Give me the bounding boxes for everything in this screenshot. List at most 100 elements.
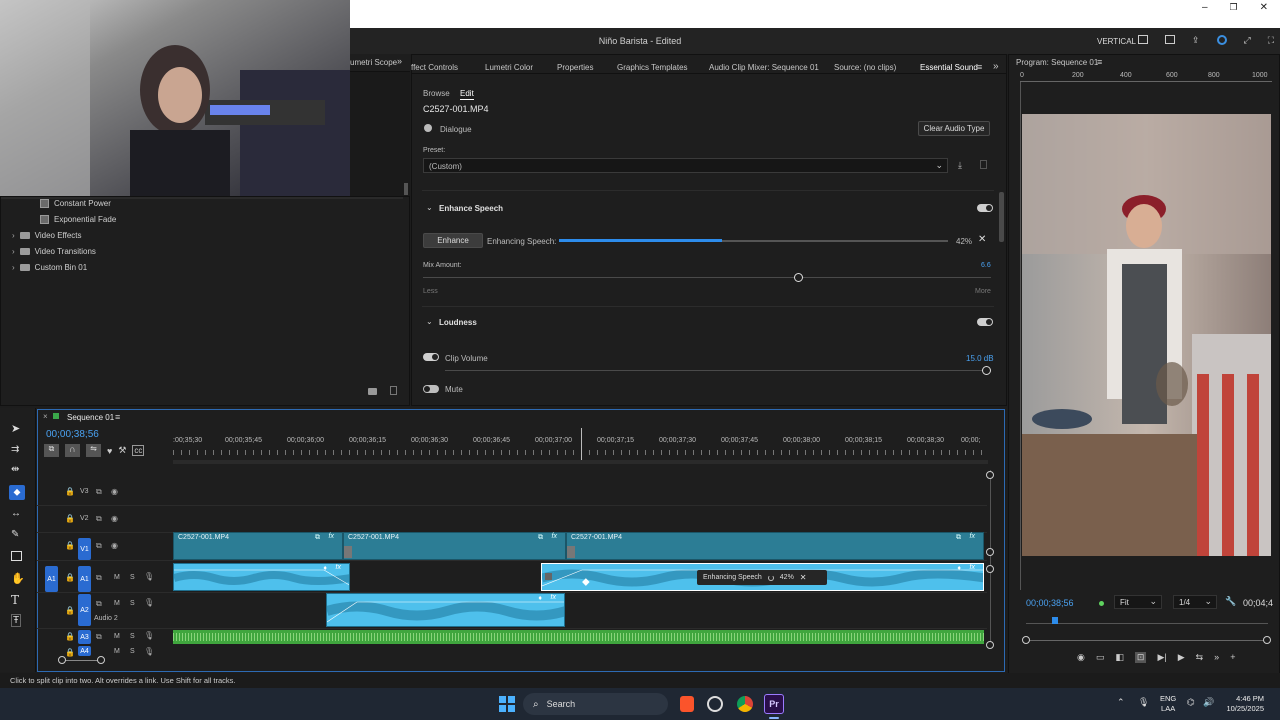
folder-video-transitions[interactable]: › Video Transitions	[12, 244, 96, 258]
brave-icon[interactable]	[680, 696, 694, 712]
preset-dropdown[interactable]: (Custom) ⌄	[423, 158, 948, 173]
zoom-handle-right[interactable]	[1263, 636, 1271, 644]
mix-amount-knob[interactable]	[794, 273, 803, 282]
source-patch-a1[interactable]: A1	[45, 566, 58, 592]
sync-lock-icon[interactable]: ⧉	[96, 514, 102, 524]
minimize-icon[interactable]: –	[1202, 2, 1208, 14]
camera-icon[interactable]: ◉	[1077, 652, 1085, 663]
taskbar-search[interactable]: ⌕ Search	[523, 693, 668, 715]
clock[interactable]: 4:46 PM 10/25/2025	[1224, 694, 1264, 714]
sync-lock-icon[interactable]: ⧉	[96, 599, 102, 609]
scroll-handle[interactable]	[986, 565, 994, 573]
windows-start-icon[interactable]	[499, 696, 515, 712]
chevron-down-icon[interactable]: ⌄	[426, 203, 433, 212]
horizontal-scrollbar[interactable]	[62, 660, 102, 661]
safe-margins-icon[interactable]: ▭	[1096, 652, 1105, 663]
lock-icon[interactable]: 🔒	[65, 648, 75, 657]
tab-properties[interactable]: Properties	[557, 63, 593, 72]
sync-lock-icon[interactable]: ⧉	[96, 573, 102, 583]
video-clip[interactable]: C2527-001.MP4 ⧉ fx	[173, 532, 343, 560]
step-forward-icon[interactable]: ▶|	[1157, 652, 1166, 663]
enhance-button[interactable]: Enhance	[423, 233, 483, 248]
sync-lock-icon[interactable]: ⧉	[96, 487, 102, 497]
lock-icon[interactable]: 🔒	[65, 606, 75, 615]
microphone-icon[interactable]: 🎙	[144, 647, 154, 656]
tab-lumetri-scopes[interactable]: umetri Scope	[350, 58, 397, 67]
folder-video-effects[interactable]: › Video Effects	[12, 228, 82, 242]
program-timecode[interactable]: 00;00;38;56	[1026, 598, 1074, 608]
lock-icon[interactable]: 🔒	[65, 541, 75, 550]
compare-icon[interactable]: ◧	[1115, 652, 1124, 663]
timeline-timecode[interactable]: 00;00;38;56	[46, 429, 99, 440]
clip-volume-slider[interactable]	[445, 370, 985, 371]
vertical-scrollbar[interactable]	[990, 470, 991, 648]
zoom-dropdown[interactable]: Fit ⌄	[1114, 595, 1162, 609]
timeline-playhead[interactable]	[581, 428, 582, 462]
track-target-v1[interactable]: V1	[78, 538, 91, 560]
nest-icon[interactable]: ⧉	[44, 444, 59, 457]
mute-button-a3[interactable]: M	[114, 633, 120, 640]
clear-audio-type-button[interactable]: Clear Audio Type	[918, 121, 990, 136]
mute-button-a1[interactable]: M	[114, 574, 120, 581]
language-indicator[interactable]: ENG LAA	[1160, 694, 1176, 714]
play-icon[interactable]: ▶	[1178, 652, 1185, 663]
microphone-icon[interactable]: 🎙	[144, 572, 154, 581]
slip-tool-icon[interactable]: ↔	[11, 508, 21, 519]
loudness-toggle[interactable]	[977, 318, 993, 326]
microphone-icon[interactable]: 🎙	[144, 598, 154, 607]
volume-icon[interactable]: 🔊	[1203, 697, 1214, 708]
mix-amount-slider[interactable]	[423, 277, 991, 278]
cancel-enhance-icon[interactable]: ✕	[800, 573, 807, 582]
solo-button-a1[interactable]: S	[130, 574, 135, 581]
clip-volume-knob[interactable]	[982, 366, 991, 375]
video-clip[interactable]: C2527-001.MP4 ⧉ fx	[566, 532, 984, 560]
share-icon[interactable]: ⇪	[1192, 35, 1200, 46]
solo-button-a3[interactable]: S	[130, 633, 135, 640]
effect-item-constant-power[interactable]: Constant Power	[40, 196, 111, 210]
add-button-icon[interactable]: +	[1230, 652, 1235, 663]
razor-tool-icon[interactable]: ⬥	[9, 485, 25, 500]
captions-icon[interactable]: cc	[132, 445, 145, 456]
folder-custom-bin[interactable]: › Custom Bin 01	[12, 260, 87, 274]
scroll-handle[interactable]	[986, 548, 994, 556]
scrollbar[interactable]	[404, 183, 408, 195]
zoom-handle-left[interactable]	[1022, 636, 1030, 644]
track-select-icon[interactable]: ⇉	[11, 444, 19, 455]
workspace-label[interactable]: VERTICAL	[1097, 37, 1136, 46]
network-icon[interactable]: ⌬	[1187, 697, 1195, 708]
program-playhead[interactable]	[1052, 617, 1058, 624]
hscroll-handle[interactable]	[97, 656, 105, 664]
scroll-handle[interactable]	[986, 471, 994, 479]
chevron-down-icon[interactable]: ⌄	[426, 317, 433, 326]
mix-amount-value[interactable]: 6.6	[981, 262, 991, 269]
premiere-pro-icon[interactable]: Pr	[764, 694, 784, 714]
panel-menu-icon[interactable]: ≡	[977, 62, 982, 72]
layout-icon[interactable]	[1138, 35, 1148, 44]
save-preset-icon[interactable]: ⤓	[958, 160, 962, 171]
sync-lock-icon[interactable]: ⧉	[96, 541, 102, 551]
tab-effect-controls[interactable]: ffect Controls	[411, 63, 458, 72]
microphone-icon[interactable]: 🎙	[1138, 697, 1149, 708]
subtab-browse[interactable]: Browse	[423, 89, 450, 98]
hand-tool-icon[interactable]: ✋	[11, 572, 25, 585]
lock-icon[interactable]: 🔒	[65, 632, 75, 641]
panel-menu-icon[interactable]: ≡	[115, 412, 120, 422]
close-icon[interactable]: ✕	[1260, 2, 1268, 14]
settings-wrench-icon[interactable]: ⚒	[118, 445, 126, 456]
panel-overflow-icon[interactable]: »	[397, 56, 402, 66]
chevron-up-icon[interactable]: ⌃	[1117, 697, 1125, 708]
tab-source[interactable]: Source: (no clips)	[834, 63, 896, 72]
lock-icon[interactable]: 🔒	[65, 514, 75, 523]
tab-graphics-templates[interactable]: Graphics Templates	[617, 63, 688, 72]
expand-icon[interactable]: ⤢	[1244, 35, 1251, 46]
ripple-edit-icon[interactable]: ⇹	[11, 464, 19, 475]
wrench-icon[interactable]: 🔧	[1225, 596, 1236, 607]
tab-audio-clip-mixer[interactable]: Audio Clip Mixer: Sequence 01	[709, 63, 819, 72]
close-sequence-icon[interactable]: ×	[43, 412, 48, 421]
panel-icon[interactable]	[1165, 35, 1175, 44]
hscroll-handle[interactable]	[58, 656, 66, 664]
mute-button-a2[interactable]: M	[114, 600, 120, 607]
resolution-dropdown[interactable]: 1/4 ⌄	[1173, 595, 1217, 609]
solo-button-a2[interactable]: S	[130, 600, 135, 607]
panel-overflow-icon[interactable]: »	[993, 61, 999, 72]
